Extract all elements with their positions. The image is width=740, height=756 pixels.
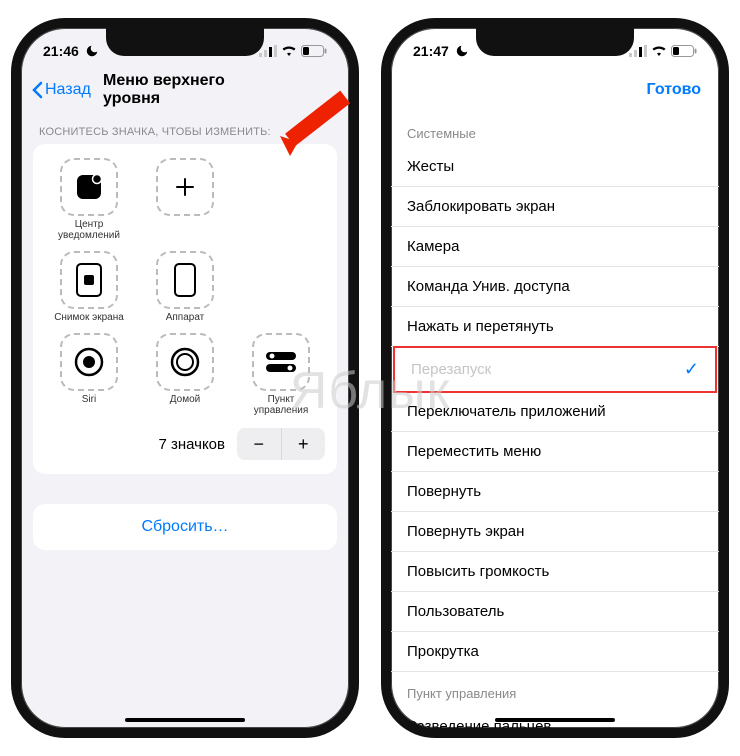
list-item[interactable]: Нажать и перетянуть	[391, 307, 719, 347]
notch	[476, 28, 634, 56]
options-list[interactable]: Системные Жесты Заблокировать экран Каме…	[391, 112, 719, 738]
tile-siri[interactable]: Siri	[41, 333, 137, 416]
dnd-moon-icon	[85, 44, 99, 58]
icon-grid-card: Центр уведомлений Снимок экрана	[33, 144, 337, 474]
checkmark-icon: ✓	[684, 359, 699, 380]
siri-icon	[72, 345, 106, 379]
list-item[interactable]: Пользователь	[391, 592, 719, 632]
stepper-plus[interactable]: +	[282, 428, 326, 460]
list-item-label: Жесты	[407, 158, 454, 175]
tile-device[interactable]: Аппарат	[137, 251, 233, 323]
home-icon	[168, 345, 202, 379]
list-item[interactable]: Переместить меню	[391, 432, 719, 472]
time: 21:47	[413, 43, 449, 59]
list-item-label: Прокрутка	[407, 643, 479, 660]
list-item[interactable]: Повернуть экран	[391, 512, 719, 552]
list-item-label: Заблокировать экран	[407, 198, 555, 215]
tile-add[interactable]	[137, 158, 233, 241]
time: 21:46	[43, 43, 79, 59]
list-header-system: Системные	[391, 112, 719, 147]
list-item[interactable]: Камера	[391, 227, 719, 267]
tile-notification-center[interactable]: Центр уведомлений	[41, 158, 137, 241]
list-item[interactable]: Прокрутка	[391, 632, 719, 672]
nav-bar: Готово	[391, 68, 719, 112]
tile-label: Аппарат	[166, 312, 205, 323]
list-item-label: Повысить громкость	[407, 563, 549, 580]
notch	[106, 28, 264, 56]
page-title: Меню верхнего уровня	[103, 72, 267, 108]
control-center-icon	[264, 350, 298, 374]
list-item[interactable]: Жесты	[391, 147, 719, 187]
list-item-label: Камера	[407, 238, 459, 255]
dnd-moon-icon	[455, 44, 469, 58]
tile-label: Снимок экрана	[54, 312, 124, 323]
tile-label: Siri	[82, 394, 96, 405]
list-item-restart[interactable]: Перезапуск ✓	[395, 348, 715, 391]
notification-center-icon	[72, 170, 106, 204]
list-item[interactable]: Повысить громкость	[391, 552, 719, 592]
icon-count-stepper[interactable]: − +	[237, 428, 325, 460]
home-indicator	[125, 718, 245, 722]
tile-label: Центр уведомлений	[48, 219, 130, 241]
list-item-label: Повернуть	[407, 483, 481, 500]
list-item[interactable]: Команда Унив. доступа	[391, 267, 719, 307]
back-label: Назад	[45, 81, 91, 99]
list-item[interactable]: Переключатель приложений	[391, 392, 719, 432]
battery-icon	[671, 45, 697, 57]
battery-icon	[301, 45, 327, 57]
list-item-label: Команда Унив. доступа	[407, 278, 570, 295]
icon-count-label: 7 значков	[158, 436, 225, 453]
section-header: КОСНИТЕСЬ ЗНАЧКА, ЧТОБЫ ИЗМЕНИТЬ:	[21, 112, 349, 144]
reset-button[interactable]: Сбросить…	[33, 504, 337, 550]
phone-left: 21:46 Назад Меню верхнего уровня КОСНИТЕ…	[11, 18, 359, 738]
tile-control-center[interactable]: Пункт управления	[233, 333, 329, 416]
device-icon	[173, 262, 197, 298]
wifi-icon	[281, 45, 297, 57]
screenshot-icon	[75, 262, 103, 298]
list-item[interactable]: Повернуть	[391, 472, 719, 512]
stepper-minus[interactable]: −	[237, 428, 282, 460]
list-header-control-center: Пункт управления	[391, 672, 719, 707]
tile-empty	[233, 158, 329, 241]
tile-empty	[233, 251, 329, 323]
wifi-icon	[651, 45, 667, 57]
phone-right: 21:47 Готово Системные Жесты Заблокирова…	[381, 18, 729, 738]
plus-icon	[175, 177, 195, 197]
tile-screenshot[interactable]: Снимок экрана	[41, 251, 137, 323]
tile-label: Домой	[170, 394, 200, 405]
list-item-label: Повернуть экран	[407, 523, 524, 540]
list-item[interactable]: Разведение пальцев	[391, 707, 719, 738]
list-item-label: Пользователь	[407, 603, 504, 620]
home-indicator	[495, 718, 615, 722]
list-item-label: Нажать и перетянуть	[407, 318, 554, 335]
highlight-annotation: Перезапуск ✓	[393, 346, 717, 393]
done-button[interactable]: Готово	[647, 81, 709, 99]
nav-bar: Назад Меню верхнего уровня	[21, 68, 349, 112]
tile-label: Пункт управления	[240, 394, 322, 416]
back-button[interactable]: Назад	[31, 81, 91, 99]
tile-home[interactable]: Домой	[137, 333, 233, 416]
list-item-label: Переместить меню	[407, 443, 541, 460]
chevron-left-icon	[31, 81, 43, 99]
list-item-label: Переключатель приложений	[407, 403, 606, 420]
list-item-label: Перезапуск	[411, 361, 491, 378]
list-item[interactable]: Заблокировать экран	[391, 187, 719, 227]
